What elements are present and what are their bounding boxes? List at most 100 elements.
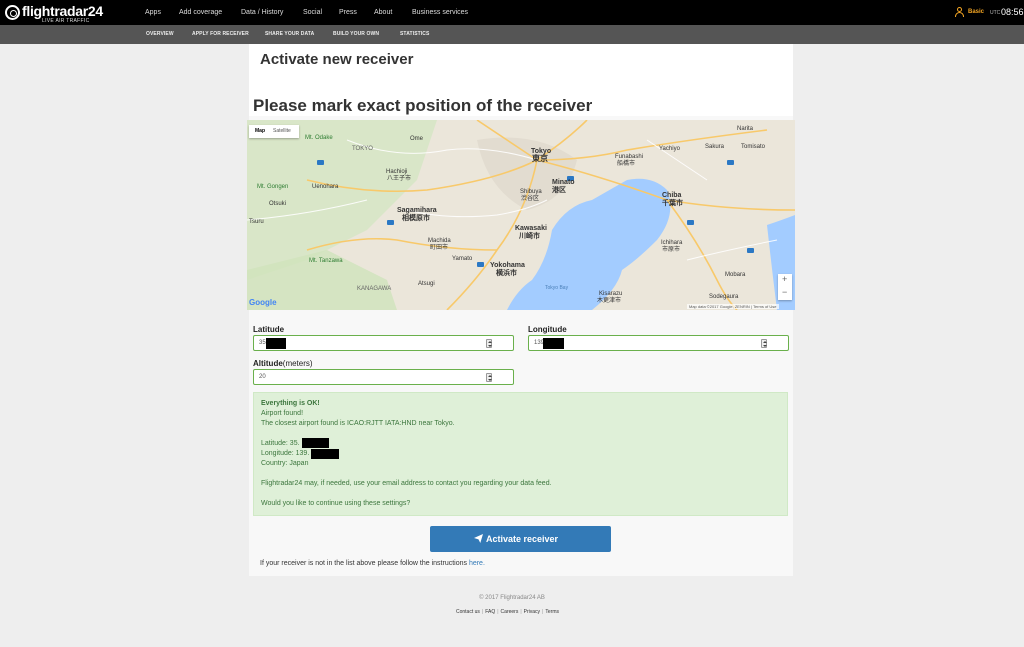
latitude-redaction <box>266 338 286 349</box>
latitude-field[interactable]: 35 <box>253 335 514 351</box>
map-label-mt-gongen: Mt. Gongen <box>257 184 288 190</box>
subnav-share-your-data[interactable]: SHARE YOUR DATA <box>265 31 314 37</box>
user-icon[interactable] <box>955 7 964 17</box>
map-label-kisarazu: Kisarazu <box>599 291 622 297</box>
map-label-sakura: Sakura <box>705 144 725 150</box>
map-view[interactable]: Tokyo 東京 TOKYO Minato 港区 Shibuya 渋谷区 Kaw… <box>247 120 795 310</box>
footer-contact-us[interactable]: Contact us <box>456 609 480 615</box>
longitude-stepper-icon[interactable] <box>761 339 767 348</box>
map-label-mobara: Mobara <box>725 272 746 278</box>
map-label-funabashi: Funabashi <box>615 154 643 160</box>
map-label-shibuya-jp: 渋谷区 <box>521 194 539 202</box>
altitude-field[interactable]: 20 <box>253 369 514 385</box>
map-label-shibuya: Shibuya <box>520 189 542 195</box>
map-label-kawasaki-jp: 川崎市 <box>518 231 540 240</box>
map-label-chiba-jp: 千葉市 <box>662 198 683 207</box>
nav-social[interactable]: Social <box>303 9 322 16</box>
map-label-mt-tanzawa: Mt. Tanzawa <box>309 258 343 264</box>
map-label-yachiyo: Yachiyo <box>659 146 681 152</box>
map-canvas: Tokyo 東京 TOKYO Minato 港区 Shibuya 渋谷区 Kaw… <box>247 120 795 310</box>
map-label-ichihara: Ichihara <box>661 240 683 246</box>
alert-longitude-redaction <box>311 449 339 459</box>
alert-latitude-redaction <box>302 438 329 448</box>
alert-longitude: Longitude: 139. <box>261 450 310 457</box>
map-label-narita: Narita <box>737 126 754 132</box>
nav-add-coverage[interactable]: Add coverage <box>179 9 222 16</box>
footer-links: Contact us | FAQ | Careers | Privacy | Terms <box>456 609 559 615</box>
logo-tagline: LIVE AIR TRAFFIC <box>42 18 90 24</box>
nav-press[interactable]: Press <box>339 9 357 16</box>
flightradar24-logo[interactable]: flightradar24 LIVE AIR TRAFFIC <box>5 3 103 24</box>
map-label-hachioji: Hachioji <box>386 169 407 175</box>
success-alert: Everything is OK! Airport found! The clo… <box>253 392 788 516</box>
footer-terms[interactable]: Terms <box>545 609 559 615</box>
latitude-label: Latitude <box>253 325 285 334</box>
altitude-stepper-icon[interactable] <box>486 373 492 382</box>
map-label-sagamihara-jp: 相模原市 <box>402 213 430 222</box>
footer-careers[interactable]: Careers <box>501 609 519 615</box>
map-label-tomisato: Tomisato <box>741 144 766 150</box>
subnav-build-your-own[interactable]: BUILD YOUR OWN <box>333 31 379 37</box>
nav-data-history[interactable]: Data / History <box>241 9 283 16</box>
alert-country: Country: Japan <box>261 460 309 467</box>
map-label-hachioji-jp: 八王子市 <box>387 174 411 182</box>
altitude-unit: (meters) <box>282 359 313 368</box>
alert-question: Would you like to continue using these s… <box>261 500 411 507</box>
map-label-tokyo-jp: 東京 <box>532 153 548 163</box>
map-label-kawasaki: Kawasaki <box>515 225 547 232</box>
longitude-field[interactable]: 139 <box>528 335 789 351</box>
instructions-link[interactable]: here. <box>469 560 485 567</box>
user-plan-label[interactable]: Basic <box>968 9 984 15</box>
alert-latitude: Latitude: 35. <box>261 440 300 447</box>
instructions-text: If your receiver is not in the list abov… <box>260 560 485 567</box>
map-label-minato-jp: 港区 <box>552 185 566 194</box>
altitude-value: 20 <box>259 374 266 380</box>
map-type-control: Map Satellite <box>249 125 299 138</box>
map-label-minato: Minato <box>552 179 575 186</box>
footer-faq[interactable]: FAQ <box>485 609 495 615</box>
latitude-stepper-icon[interactable] <box>486 339 492 348</box>
map-label-yokohama: Yokohama <box>490 262 525 269</box>
map-label-tokyo-region: TOKYO <box>352 146 373 152</box>
map-type-satellite-button[interactable]: Satellite <box>273 128 291 134</box>
activate-receiver-label: Activate receiver <box>486 534 559 544</box>
copyright: © 2017 Flightradar24 AB <box>479 595 545 601</box>
zoom-in-button[interactable]: + <box>782 274 787 284</box>
zoom-out-button[interactable]: − <box>782 287 787 297</box>
radar-icon <box>5 5 20 20</box>
map-label-tokyo-bay: Tokyo Bay <box>545 285 569 291</box>
altitude-label: Altitude(meters) <box>253 359 313 368</box>
nav-business-services[interactable]: Business services <box>412 9 468 16</box>
map-label-atsugi: Atsugi <box>418 281 435 287</box>
map-label-kanagawa: KANAGAWA <box>357 286 391 292</box>
subnav-overview[interactable]: OVERVIEW <box>146 31 174 37</box>
page-title: Activate new receiver <box>260 51 414 68</box>
alert-airport-found: Airport found! <box>261 410 304 417</box>
map-heading: Please mark exact position of the receiv… <box>253 96 593 115</box>
map-label-machida: Machida <box>428 238 451 244</box>
zoom-control: + − <box>778 274 792 300</box>
map-label-ome: Ome <box>410 136 424 142</box>
latitude-value: 35 <box>259 340 266 346</box>
map-label-yamato: Yamato <box>452 256 473 262</box>
longitude-redaction <box>543 338 564 349</box>
subnav-statistics[interactable]: STATISTICS <box>400 31 429 37</box>
footer-privacy[interactable]: Privacy <box>524 609 540 615</box>
map-label-uenohara: Uenohara <box>312 184 339 190</box>
map-label-yokohama-jp: 横浜市 <box>496 268 517 277</box>
nav-apps[interactable]: Apps <box>145 9 161 16</box>
map-type-map-button[interactable]: Map <box>255 128 265 134</box>
logo-text: flightradar24 <box>22 3 103 19</box>
subnav-apply-for-receiver[interactable]: APPLY FOR RECEIVER <box>192 31 249 37</box>
google-logo: Google <box>249 298 277 307</box>
map-label-sagamihara: Sagamihara <box>397 207 437 214</box>
utc-clock: 08:56 <box>1001 7 1024 17</box>
paper-plane-icon <box>474 534 483 543</box>
map-label-machida-jp: 町田市 <box>430 243 448 251</box>
map-attribution[interactable]: Map data ©2017 Google, ZENRIN | Terms of… <box>687 304 779 309</box>
map-label-chiba: Chiba <box>662 192 682 199</box>
activate-receiver-button[interactable]: Activate receiver <box>430 526 611 552</box>
utc-label: UTC <box>990 10 1001 16</box>
map-label-ichihara-jp: 市原市 <box>662 245 680 253</box>
nav-about[interactable]: About <box>374 9 392 16</box>
